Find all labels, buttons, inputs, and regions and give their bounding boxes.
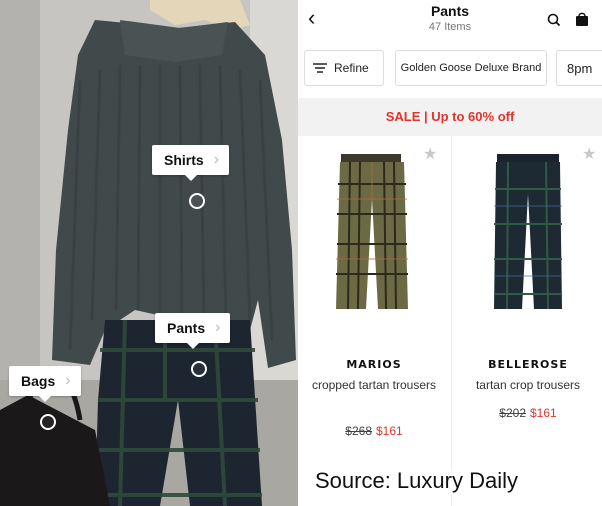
refine-label: Refine xyxy=(334,61,369,75)
chevron-right-icon: › xyxy=(65,372,71,389)
sale-price: $161 xyxy=(530,406,557,420)
filter-icon xyxy=(313,63,327,73)
original-price: $268 xyxy=(345,424,372,438)
product-grid: ★ MARIOS cropped tartan trousers $268$1 xyxy=(298,136,602,506)
photo-tag-pants[interactable]: Pants › xyxy=(155,313,231,349)
shirts-hotspot[interactable] xyxy=(189,193,205,209)
photo-tag-bags[interactable]: Bags › xyxy=(9,366,81,402)
photo-tag-label: Bags xyxy=(21,373,56,389)
source-caption: Source: Luxury Daily xyxy=(313,468,520,494)
star-icon[interactable]: ★ xyxy=(423,144,437,164)
bags-hotspot[interactable] xyxy=(40,414,56,430)
photo-tag-label: Pants xyxy=(167,320,206,336)
product-name: cropped tartan trousers xyxy=(311,378,437,392)
original-price: $202 xyxy=(499,406,526,420)
product-price: $202 $161 xyxy=(452,406,602,420)
pants-hotspot[interactable] xyxy=(191,361,207,377)
search-icon[interactable] xyxy=(546,12,562,28)
sale-price: $161 xyxy=(376,424,403,438)
product-image xyxy=(494,154,562,310)
filter-chip-brand[interactable]: Golden Goose Deluxe Brand xyxy=(395,50,547,86)
product-brand: MARIOS xyxy=(346,358,402,371)
lifestyle-photo: Shirts › Pants › Bags › xyxy=(0,0,298,506)
filter-bar: Refine Golden Goose Deluxe Brand 8pm xyxy=(298,50,602,88)
shopping-bag-icon[interactable] xyxy=(574,11,590,27)
star-icon[interactable]: ★ xyxy=(582,144,596,164)
sale-banner[interactable]: SALE | Up to 60% off xyxy=(298,98,602,136)
chevron-right-icon: › xyxy=(215,319,221,336)
model-image xyxy=(0,0,298,506)
top-bar: ‹ Pants 47 Items xyxy=(298,0,602,44)
filter-chip-8pm[interactable]: 8pm xyxy=(556,50,602,86)
photo-tag-label: Shirts xyxy=(164,152,204,168)
product-image xyxy=(336,154,408,310)
product-brand: BELLEROSE xyxy=(488,358,568,371)
product-price: $268 $161 xyxy=(298,424,450,438)
product-listing-screen: ‹ Pants 47 Items Refine Golden Goose Del… xyxy=(298,0,602,506)
chevron-right-icon: › xyxy=(213,151,220,168)
refine-button[interactable]: Refine xyxy=(304,50,384,86)
product-card[interactable]: ★ MARIOS cropped tartan trousers $268$1 xyxy=(298,136,450,506)
product-name: tartan crop trousers xyxy=(475,378,581,392)
product-card[interactable]: ★ BELLEROSE tartan crop trousers $202 $16… xyxy=(452,136,602,506)
photo-tag-shirts[interactable]: Shirts › xyxy=(152,145,230,181)
